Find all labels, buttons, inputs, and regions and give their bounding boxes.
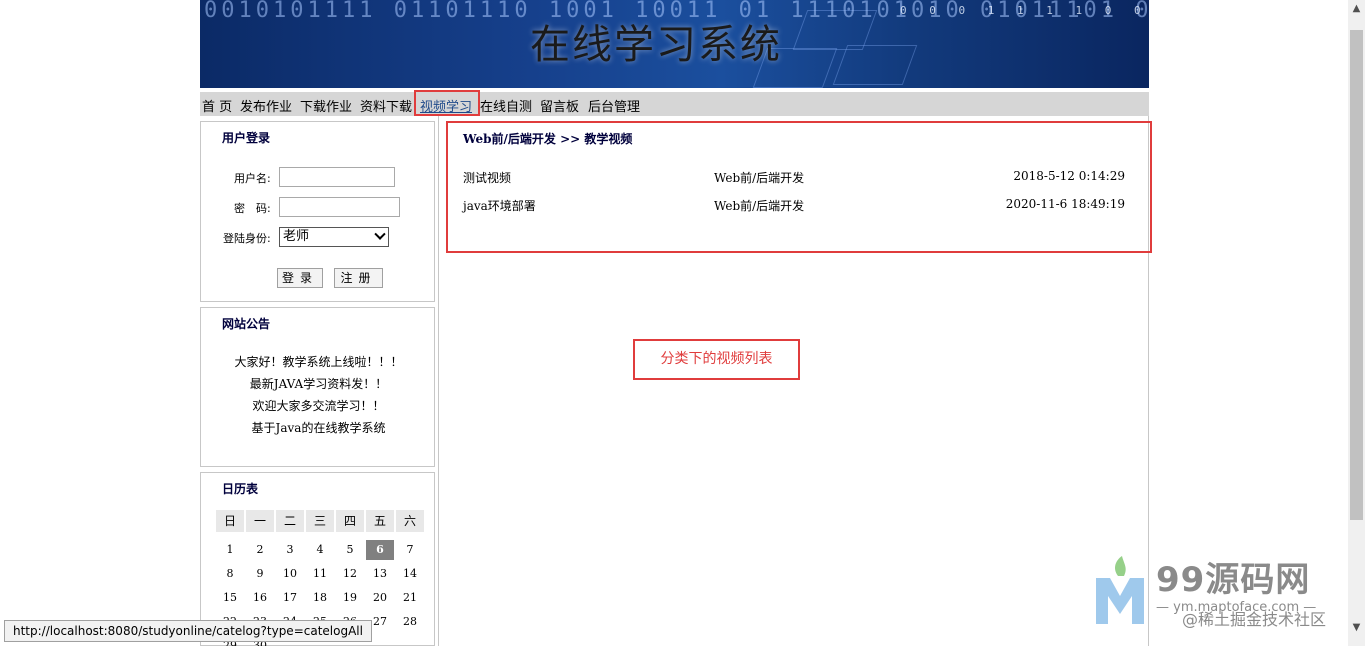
- calendar-day[interactable]: 2: [246, 540, 274, 560]
- scroll-down-icon[interactable]: ▼: [1348, 619, 1365, 636]
- scroll-up-icon[interactable]: ▲: [1348, 0, 1365, 17]
- calendar-day[interactable]: 13: [366, 564, 394, 584]
- nav-item-download-homework[interactable]: 下载作业: [300, 96, 352, 115]
- watermark-brand: 99源码网: [1156, 560, 1311, 600]
- calendar-day[interactable]: 28: [396, 612, 424, 632]
- calendar-day[interactable]: 20: [366, 588, 394, 608]
- nav-item-home[interactable]: 首 页: [202, 96, 232, 115]
- nav-item-publish-homework[interactable]: 发布作业: [240, 96, 292, 115]
- notice-panel: 网站公告 大家好！教学系统上线啦！！！ 最新JAVA学习资料发！！ 欢迎大家多交…: [200, 307, 435, 467]
- calendar-day[interactable]: 1: [216, 540, 244, 560]
- nav-item-message-board[interactable]: 留言板: [540, 96, 579, 115]
- breadcrumb: Web前/后端开发 >> 教学视频: [463, 132, 633, 146]
- brand-logo-icon: [1096, 556, 1144, 624]
- notice-line: 大家好！教学系统上线啦！！！: [234, 355, 403, 369]
- notice-line: 最新JAVA学习资料发！！: [249, 377, 388, 391]
- username-label: 用户名:: [234, 172, 271, 185]
- calendar-day[interactable]: 5: [336, 540, 364, 560]
- calendar-day[interactable]: 11: [306, 564, 334, 584]
- video-title[interactable]: java环境部署: [463, 197, 536, 214]
- nav-item-self-test[interactable]: 在线自测: [480, 96, 532, 115]
- scrollbar-thumb[interactable]: [1350, 30, 1363, 520]
- calendar-day[interactable]: 7: [396, 540, 424, 560]
- calendar-day[interactable]: 15: [216, 588, 244, 608]
- calendar-day[interactable]: 8: [216, 564, 244, 584]
- notice-line: 基于Java的在线教学系统: [251, 421, 386, 435]
- calendar-day[interactable]: 17: [276, 588, 304, 608]
- calendar-day[interactable]: 14: [396, 564, 424, 584]
- username-input[interactable]: [279, 167, 395, 187]
- calendar-weekday: 六: [396, 510, 424, 532]
- calendar-day[interactable]: 10: [276, 564, 304, 584]
- nav-item-materials[interactable]: 资料下载: [360, 96, 412, 115]
- calendar-day[interactable]: 3: [276, 540, 304, 560]
- register-button[interactable]: 注册: [334, 268, 383, 288]
- video-category: Web前/后端开发: [714, 199, 805, 213]
- calendar-weekday: 日: [216, 510, 244, 532]
- status-bar-url: http://localhost:8080/studyonline/catelo…: [4, 620, 372, 642]
- main-nav: 首 页 发布作业 下载作业 资料下载 视频学习 在线自测 留言板 后台管理: [200, 90, 1149, 116]
- site-title: 在线学习系统: [530, 22, 782, 68]
- video-category: Web前/后端开发: [714, 171, 805, 185]
- calendar-day[interactable]: 16: [246, 588, 274, 608]
- annotation-callout: 分类下的视频列表: [633, 339, 800, 380]
- calendar-weekday: 三: [306, 510, 334, 532]
- role-label: 登陆身份:: [223, 232, 271, 245]
- watermark-credit: @稀土掘金技术社区: [1182, 610, 1327, 629]
- nav-item-admin[interactable]: 后台管理: [588, 96, 640, 115]
- page-container: 0010101111 01101110 1001 10011 01 111010…: [200, 0, 1152, 646]
- role-select-value: 老师: [283, 229, 310, 244]
- notice-title: 网站公告: [222, 317, 271, 331]
- chevron-down-icon: [374, 228, 386, 240]
- header-banner: 0010101111 01101110 1001 10011 01 111010…: [200, 0, 1149, 88]
- video-title[interactable]: 测试视频: [463, 169, 511, 186]
- video-time: 2018-5-12 0:14:29: [1013, 169, 1125, 183]
- calendar-day[interactable]: 19: [336, 588, 364, 608]
- login-panel: 用户登录 用户名: 密 码: 登陆身份: 老师 登录 注册: [200, 121, 435, 302]
- calendar-title: 日历表: [222, 482, 259, 496]
- calendar-weekday: 二: [276, 510, 304, 532]
- video-list-panel: Web前/后端开发 >> 教学视频 测试视频 Web前/后端开发 2018-5-…: [446, 121, 1152, 253]
- password-label: 密 码:: [234, 202, 271, 215]
- nav-highlight-annotation: [414, 90, 480, 116]
- video-time: 2020-11-6 18:49:19: [1005, 197, 1125, 211]
- calendar-day[interactable]: 18: [306, 588, 334, 608]
- calendar-weekday: 五: [366, 510, 394, 532]
- login-title: 用户登录: [222, 131, 271, 145]
- calendar-day-today[interactable]: 6: [366, 540, 394, 560]
- calendar-weekday: 一: [246, 510, 274, 532]
- calendar-day[interactable]: 9: [246, 564, 274, 584]
- calendar-day[interactable]: 4: [306, 540, 334, 560]
- login-button[interactable]: 登录: [277, 268, 323, 288]
- watermark: 99源码网 — ym.maptoface.com — @稀土掘金技术社区: [1090, 548, 1350, 644]
- video-row[interactable]: 测试视频 Web前/后端开发 2018-5-12 0:14:29: [463, 169, 1125, 189]
- banner-binary-right: 0 0 0 1 1 1 1 0 0 0 0 0 1 0 1 1 0 1 0 0 …: [900, 4, 1149, 17]
- notice-line: 欢迎大家多交流学习！！: [252, 399, 385, 413]
- password-input[interactable]: [279, 197, 400, 217]
- video-row[interactable]: java环境部署 Web前/后端开发 2020-11-6 18:49:19: [463, 197, 1125, 217]
- role-select[interactable]: 老师: [279, 227, 389, 247]
- calendar-day[interactable]: 12: [336, 564, 364, 584]
- calendar-weekday: 四: [336, 510, 364, 532]
- vertical-scrollbar[interactable]: ▲ ▼: [1348, 0, 1365, 646]
- calendar-day[interactable]: 21: [396, 588, 424, 608]
